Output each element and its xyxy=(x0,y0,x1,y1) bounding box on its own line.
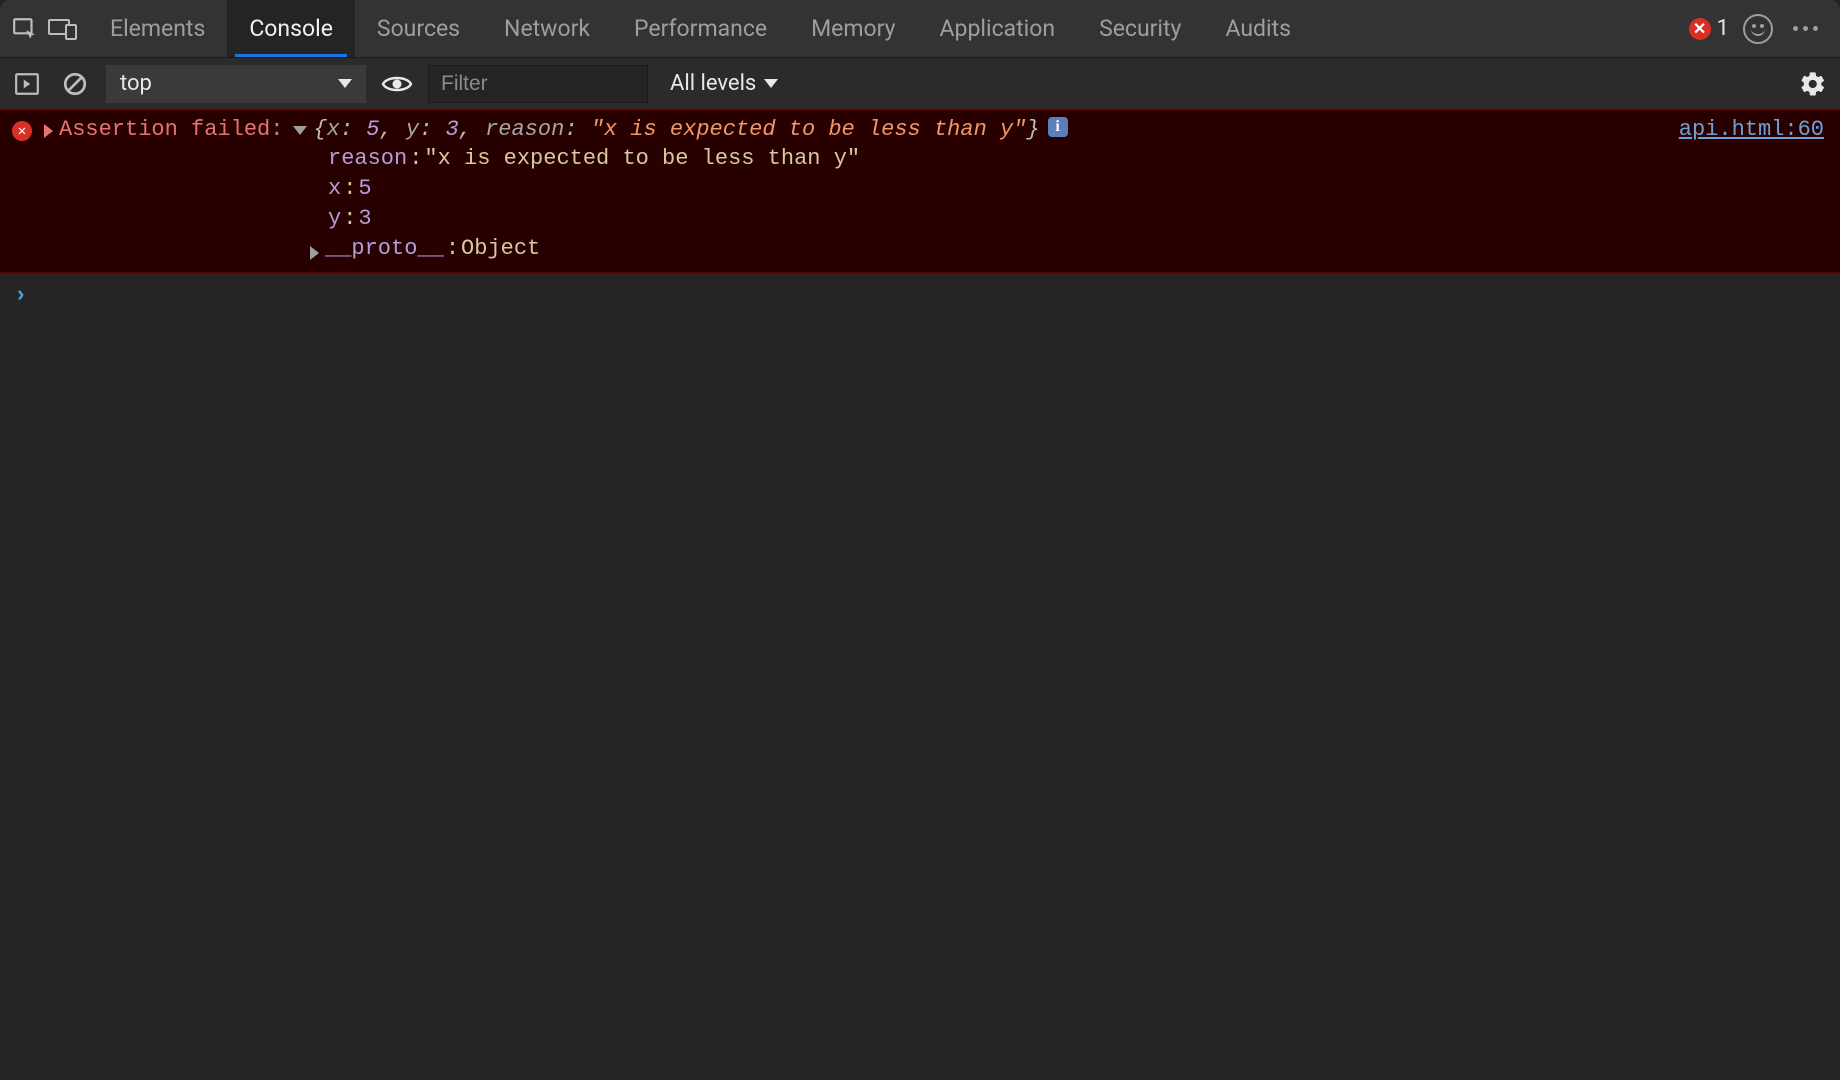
brace-close: } xyxy=(1026,117,1039,142)
prop-key-reason: reason xyxy=(328,144,407,174)
tab-label: Sources xyxy=(377,15,460,42)
tab-label: Audits xyxy=(1225,15,1291,42)
error-count: 1 xyxy=(1717,16,1729,41)
prop-val-x: 5 xyxy=(358,174,371,204)
prop-val-proto: Object xyxy=(461,234,540,264)
prop-key-proto: __proto__ xyxy=(325,234,444,264)
colon: : xyxy=(343,174,356,204)
tab-performance[interactable]: Performance xyxy=(612,0,789,57)
object-collapse-icon[interactable] xyxy=(293,126,307,135)
prop-val-reason: "x is expected to be less than y" xyxy=(424,144,860,174)
tab-security[interactable]: Security xyxy=(1077,0,1203,57)
tab-network[interactable]: Network xyxy=(482,0,612,57)
console-output: ✕ Assertion failed: {x: 5, y: 3, reason:… xyxy=(0,110,1840,1080)
preview-val-x: 5 xyxy=(366,117,379,142)
device-toolbar-icon[interactable] xyxy=(44,10,82,48)
console-toolbar: top All levels xyxy=(0,58,1840,110)
levels-label: All levels xyxy=(670,71,756,96)
expand-arrow-icon[interactable] xyxy=(310,246,319,260)
prop-val-y: 3 xyxy=(358,204,371,234)
error-icon: ✕ xyxy=(12,121,32,141)
source-link[interactable]: api.html:60 xyxy=(1659,117,1824,142)
tab-elements[interactable]: Elements xyxy=(88,0,227,57)
tab-label: Performance xyxy=(634,15,767,42)
brace-open: { xyxy=(313,117,326,142)
tabbar-right-tools: ✕ 1 xyxy=(1689,14,1834,44)
object-property-row[interactable]: y: 3 xyxy=(328,204,1824,234)
tab-sources[interactable]: Sources xyxy=(355,0,482,57)
log-levels-selector[interactable]: All levels xyxy=(662,71,786,96)
colon: : xyxy=(343,204,356,234)
preview-key-reason: reason xyxy=(485,117,564,142)
main-tab-bar: Elements Console Sources Network Perform… xyxy=(0,0,1840,58)
info-badge-icon[interactable]: i xyxy=(1048,117,1068,137)
preview-key-x: x xyxy=(327,117,340,142)
tab-console[interactable]: Console xyxy=(227,0,355,57)
tab-label: Elements xyxy=(110,15,205,42)
preview-val-y: 3 xyxy=(445,117,458,142)
error-count-badge[interactable]: ✕ 1 xyxy=(1689,16,1729,41)
context-value: top xyxy=(120,71,152,96)
object-expanded: reason: "x is expected to be less than y… xyxy=(328,144,1824,264)
message-content: Assertion failed: {x: 5, y: 3, reason: "… xyxy=(44,117,1840,264)
toggle-sidebar-icon[interactable] xyxy=(10,67,44,101)
chevron-down-icon xyxy=(338,79,352,88)
object-property-row[interactable]: reason: "x is expected to be less than y… xyxy=(328,144,1824,174)
chevron-down-icon xyxy=(764,79,778,88)
tab-application[interactable]: Application xyxy=(918,0,1078,57)
console-error-message: ✕ Assertion failed: {x: 5, y: 3, reason:… xyxy=(0,110,1840,273)
preview-val-reason: "x is expected to be less than y" xyxy=(591,117,1027,142)
error-icon: ✕ xyxy=(1689,18,1711,40)
colon: : xyxy=(419,117,445,142)
prop-key-y: y xyxy=(328,204,341,234)
execution-context-selector[interactable]: top xyxy=(106,65,366,103)
tab-label: Console xyxy=(249,15,333,42)
colon: : xyxy=(564,117,590,142)
object-property-row[interactable]: x: 5 xyxy=(328,174,1824,204)
object-proto-row[interactable]: __proto__: Object xyxy=(328,234,1824,264)
comma: , xyxy=(379,117,405,142)
inspect-element-icon[interactable] xyxy=(6,10,44,48)
colon: : xyxy=(409,144,422,174)
console-prompt[interactable]: › xyxy=(0,273,1840,308)
assertion-label: Assertion failed: xyxy=(59,117,283,142)
comma: , xyxy=(459,117,485,142)
expand-arrow-icon[interactable] xyxy=(44,124,53,138)
live-expression-icon[interactable] xyxy=(380,67,414,101)
tab-label: Network xyxy=(504,15,590,42)
colon: : xyxy=(340,117,366,142)
message-gutter: ✕ xyxy=(0,117,44,264)
x-glyph: ✕ xyxy=(1693,19,1706,38)
filter-input[interactable] xyxy=(428,65,648,103)
object-preview[interactable]: {x: 5, y: 3, reason: "x is expected to b… xyxy=(313,117,1039,142)
preview-key-y: y xyxy=(406,117,419,142)
feedback-icon[interactable] xyxy=(1743,14,1773,44)
console-settings-icon[interactable] xyxy=(1796,67,1830,101)
colon: : xyxy=(446,234,459,264)
tab-label: Security xyxy=(1099,15,1181,42)
more-options-icon[interactable] xyxy=(1787,26,1824,31)
tab-memory[interactable]: Memory xyxy=(789,0,917,57)
prop-key-x: x xyxy=(328,174,341,204)
clear-console-icon[interactable] xyxy=(58,67,92,101)
prompt-arrow-icon: › xyxy=(14,283,27,308)
tab-audits[interactable]: Audits xyxy=(1203,0,1313,57)
tab-label: Application xyxy=(940,15,1056,42)
tab-label: Memory xyxy=(811,15,895,42)
panel-tabs: Elements Console Sources Network Perform… xyxy=(88,0,1313,57)
devtools-panel: Elements Console Sources Network Perform… xyxy=(0,0,1840,1080)
x-glyph: ✕ xyxy=(18,123,26,140)
message-summary-line: Assertion failed: {x: 5, y: 3, reason: "… xyxy=(44,117,1824,142)
